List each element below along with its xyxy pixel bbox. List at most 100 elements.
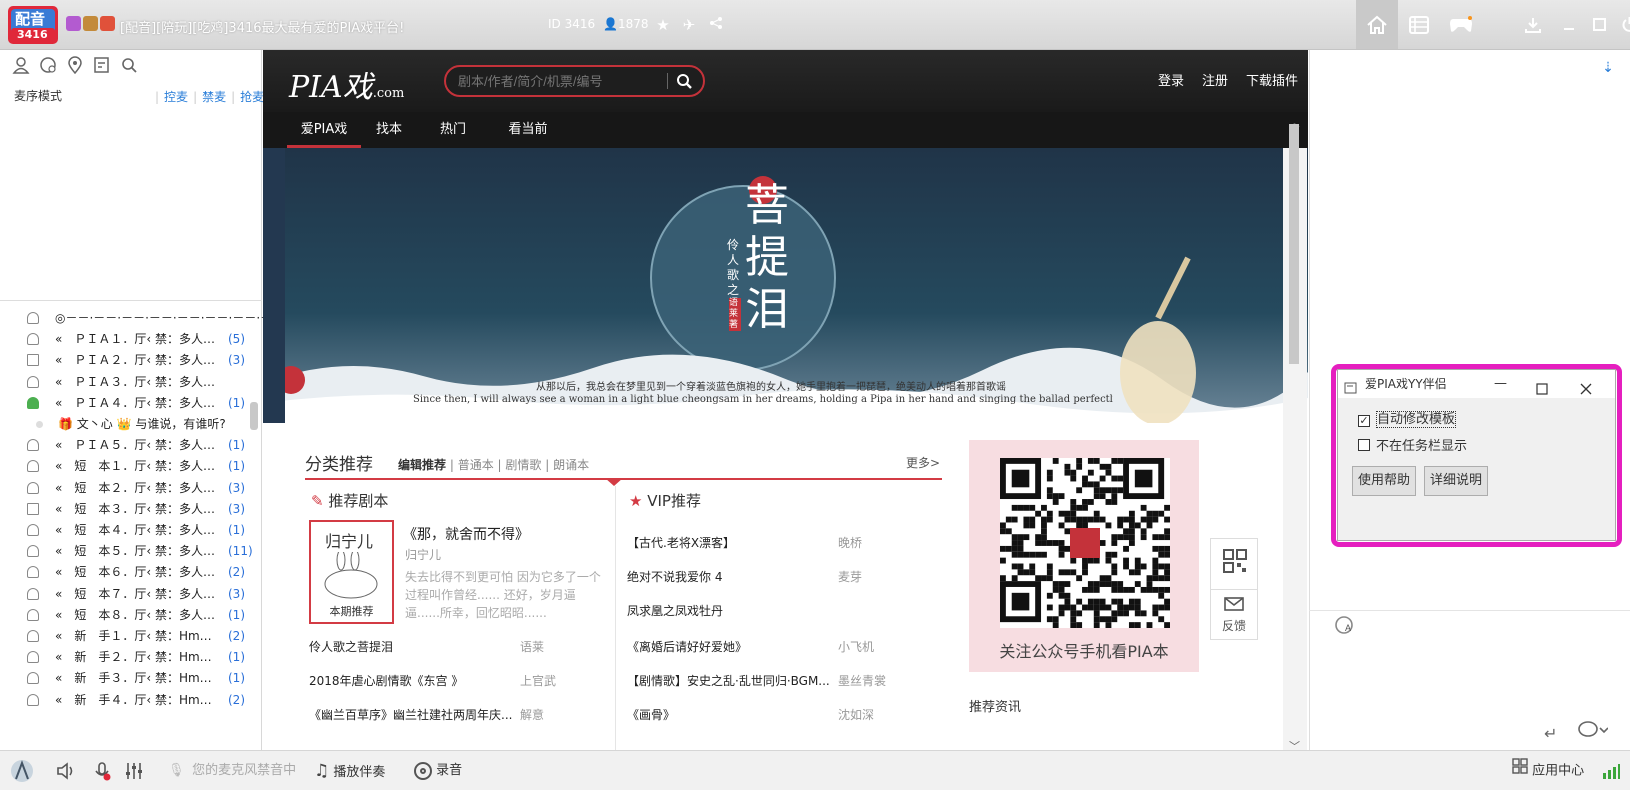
channel-item[interactable]: « 短 本５．厅‹ 禁：多人… (11) [0,540,253,562]
channel-item[interactable]: « 短 本７．厅‹ 禁：多人… (3) [0,583,250,605]
tab-recite[interactable]: 朗诵本 [553,458,589,472]
vip-item-title[interactable]: 【古代.老将X漂客】 [627,534,735,551]
enter-icon[interactable]: ↵ [1544,724,1557,743]
qr-icon[interactable] [1223,549,1247,576]
feedback-label[interactable]: 反馈 [1222,617,1246,634]
vip-item-author[interactable]: 麦芽 [838,568,862,585]
rec-item-title[interactable]: 伶人歌之菩提泪 [309,638,393,655]
nav-item-current[interactable]: 看当前 [503,112,553,148]
more-link[interactable]: 更多> [906,454,940,471]
auto-modify-template-checkbox[interactable]: ✓ 自动修改模板 [1358,408,1457,428]
vip-item-title[interactable]: 绝对不说我爱你 4 [627,568,722,585]
featured-title[interactable]: 《那，就舍而不得》 [403,524,529,544]
nav-item-find[interactable]: 找本 [369,112,409,148]
vip-item-title[interactable]: 【剧情歌】安史之乱·乱世同归·BGM... [627,672,830,689]
app-logo[interactable]: 配音 3416 [5,4,65,46]
vip-item-author[interactable]: 沈如深 [838,706,874,723]
rec-item-author[interactable]: 语莱 [520,638,544,655]
star-icon[interactable]: ★ [652,14,674,36]
download-icon[interactable] [1512,0,1554,49]
vip-item-author[interactable]: 墨丝青裳 [838,672,886,689]
share-icon[interactable] [705,14,727,36]
headset-icon[interactable] [27,587,39,600]
channel-item[interactable]: « ＰＩＡ１．厅‹ 禁：多人… (5) [0,328,250,350]
rec-item-title[interactable]: 2018年虐心剧情歌《东宫 》 [309,672,463,689]
expand-icon[interactable] [27,502,39,515]
rec-item-author[interactable]: 上官武 [520,672,556,689]
channel-item[interactable]: « 短 本８．厅‹ 禁：多人… (1) [0,604,250,626]
channel-item[interactable]: « ＰＩＡ２．厅‹ 禁：多人… (3) [0,349,250,371]
speaker-icon[interactable] [56,751,76,790]
scrollbar-thumb[interactable] [250,402,258,430]
maximize-icon[interactable] [1584,0,1614,49]
nav-item-hot[interactable]: 热门 [433,112,473,148]
featured-author[interactable]: 归宁儿 [405,546,441,563]
headset-icon[interactable] [27,333,39,346]
headset-icon[interactable] [27,545,39,558]
gamepad-icon[interactable] [1440,0,1482,49]
channel-item[interactable]: « 短 本１．厅‹ 禁：多人… (1) [0,455,250,477]
download-plugin-link[interactable]: 下载插件 [1246,74,1298,89]
channel-item[interactable]: « 短 本２．厅‹ 禁：多人… (3) [0,477,250,499]
channel-item[interactable]: « 短 本６．厅‹ 禁：多人… (2) [0,561,250,583]
channel-item[interactable]: « 新 手２．厅‹ 禁：Hm… (1) [0,646,250,668]
tab-song[interactable]: 剧情歌 [505,458,541,472]
headset-icon[interactable] [27,693,39,706]
channel-item[interactable]: « 短 本３．厅‹ 禁：多人… (3) [0,498,250,520]
mic-muted-icon[interactable] [92,751,112,790]
app-center-button[interactable]: 应用中心 [1512,751,1584,790]
details-button[interactable]: 详细说明 [1424,466,1488,496]
headset-icon[interactable] [27,481,39,494]
headset-icon[interactable] [27,651,39,664]
channel-item[interactable]: « ＰＩＡ５．厅‹ 禁：多人… (1) [0,434,250,456]
headset-icon[interactable] [27,630,39,642]
site-logo[interactable]: PIA戏.com [289,62,404,106]
channel-item[interactable]: ◎－－·－－·－－·－－·－－·－－·－－·－－·－－·… [0,307,328,329]
grab-mic-link[interactable]: 抢麦 [240,90,264,104]
channel-item[interactable]: « 短 本４．厅‹ 禁：多人… (1) [0,519,250,541]
web-scrollbar[interactable]: ︿ ﹀ [1283,116,1307,750]
maximize-icon[interactable] [1536,377,1548,405]
register-link[interactable]: 注册 [1202,74,1228,89]
headset-icon[interactable] [27,312,39,324]
checkbox-box[interactable]: ✓ [1358,415,1370,427]
channel-item[interactable]: « 新 手３．厅‹ 禁：Hm… (1) [0,667,250,689]
expand-icon[interactable] [27,354,39,367]
scrollbar-thumb[interactable] [1289,124,1299,364]
user-icon[interactable] [12,56,30,74]
power-icon[interactable] [1614,0,1630,49]
login-link[interactable]: 登录 [1158,74,1184,89]
channel-item[interactable]: « ＰＩＡ４．厅‹ 禁：多人… (1) [0,392,250,414]
search-button[interactable] [672,70,696,92]
channel-item[interactable]: « 新 手４．厅‹ 禁：Hm… (2) [0,689,250,711]
chat-icon[interactable] [39,56,57,74]
equalizer-icon[interactable] [124,751,144,790]
rec-item-title[interactable]: 《幽兰百草序》幽兰社建社两周年庆... [309,706,512,723]
mail-icon[interactable] [1224,597,1244,614]
notes-icon[interactable] [93,56,111,74]
search-input[interactable] [458,67,668,95]
vip-item-author[interactable]: 小飞机 [838,638,874,655]
headset-icon[interactable] [27,439,39,452]
record-button[interactable]: 录音 [414,751,462,790]
avatar[interactable] [10,751,34,790]
hide-taskbar-checkbox[interactable]: 不在任务栏显示 [1358,435,1467,454]
headset-icon[interactable] [27,524,39,536]
scroll-down-icon[interactable]: ﹀ [1289,738,1300,750]
headset-icon[interactable] [27,608,39,621]
dialog-titlebar[interactable]: 爱PIA戏YY伴侣 — [1338,370,1615,398]
vip-item-title[interactable]: 《离婚后请好好爱她》 [627,638,747,655]
book-cover[interactable]: 归宁儿 本期推荐 [309,520,394,624]
vip-item-author[interactable]: 晚桥 [838,534,862,551]
rec-item-author[interactable]: 解意 [520,706,544,723]
headset-icon[interactable] [27,460,39,473]
minimize-icon[interactable]: — [1494,370,1507,398]
checkbox-box[interactable] [1358,439,1370,451]
search-icon[interactable] [120,56,138,74]
headset-icon[interactable] [27,566,39,579]
vip-item-title[interactable]: 《画骨》 [627,706,675,723]
headset-icon[interactable] [27,672,39,685]
download-icon[interactable]: ⇣ [1598,60,1618,80]
tab-editor-pick[interactable]: 编辑推荐 [398,458,446,472]
control-mic-link[interactable]: 控麦 [164,90,188,104]
